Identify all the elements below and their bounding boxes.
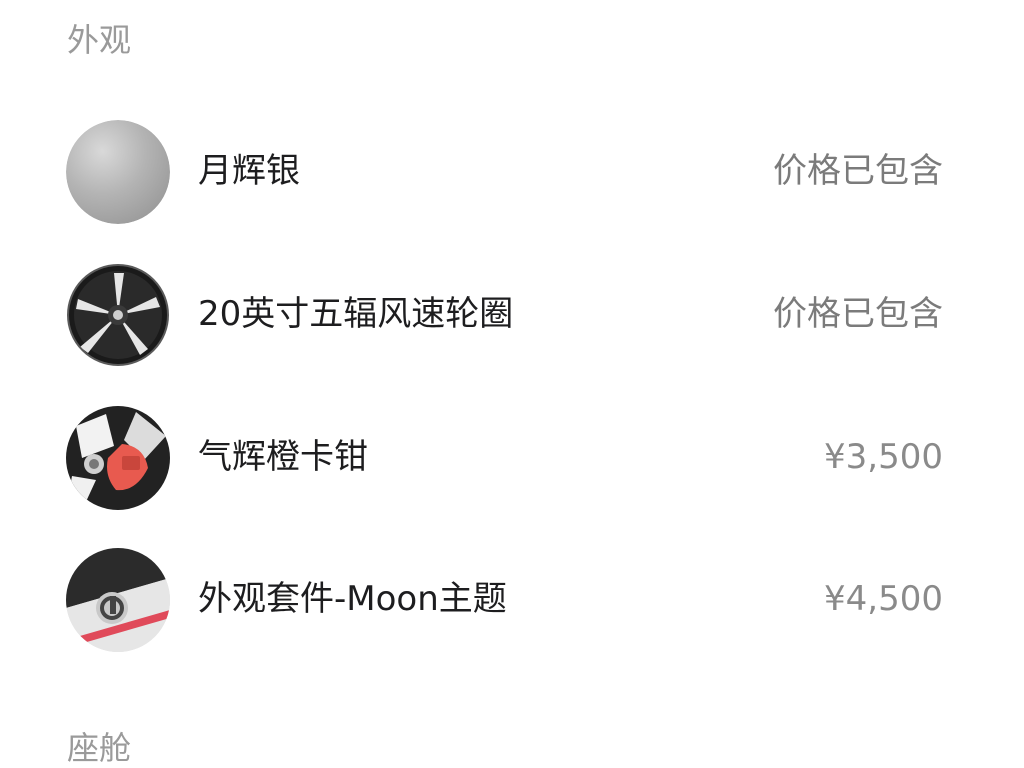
section-title-cabin: 座舱 [67, 729, 132, 767]
wheel-rim-icon [66, 263, 170, 367]
option-name: 月辉银 [198, 151, 300, 191]
moon-theme-kit-icon [66, 548, 170, 652]
brake-caliper-icon [66, 406, 170, 510]
option-row-theme-kit[interactable]: 外观套件-Moon主题 ¥4,500 [0, 546, 1024, 656]
option-price: ¥3,500 [824, 437, 943, 477]
option-price: 价格已包含 [773, 151, 943, 191]
option-name: 20英寸五辐风速轮圈 [198, 294, 514, 334]
config-summary-page: 外观 月辉银 价格已包含 20英寸五辐风速轮圈 价格已包含 气辉橙卡钳 ¥3,5… [0, 0, 1024, 768]
option-row-caliper[interactable]: 气辉橙卡钳 ¥3,500 [0, 404, 1024, 514]
option-price: ¥4,500 [824, 579, 943, 619]
option-price: 价格已包含 [773, 294, 943, 334]
silver-paint-swatch-icon [66, 120, 170, 224]
section-title-exterior: 外观 [67, 21, 132, 59]
option-row-wheel[interactable]: 20英寸五辐风速轮圈 价格已包含 [0, 261, 1024, 371]
option-row-paint[interactable]: 月辉银 价格已包含 [0, 118, 1024, 228]
option-name: 气辉橙卡钳 [198, 437, 368, 477]
option-name: 外观套件-Moon主题 [198, 579, 507, 619]
